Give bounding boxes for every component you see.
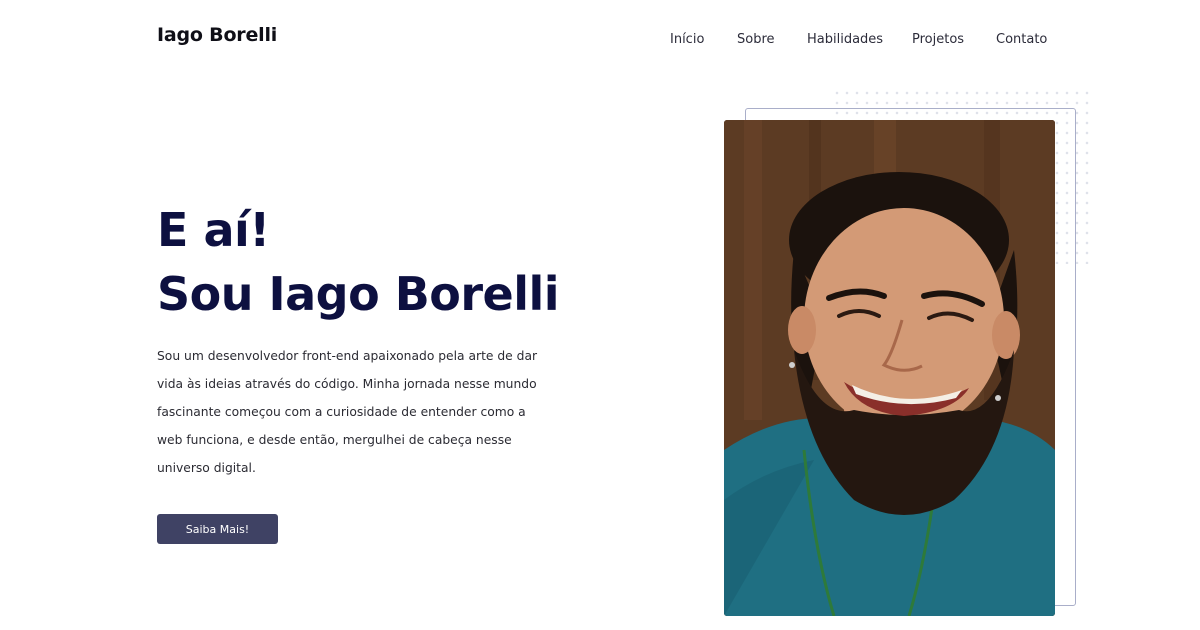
hero-headline: E aí! Sou Iago Borelli xyxy=(157,198,560,326)
nav-contato[interactable]: Contato xyxy=(996,32,1047,47)
hero-greeting: E aí! xyxy=(157,203,270,257)
nav-sobre[interactable]: Sobre xyxy=(737,32,775,47)
profile-photo xyxy=(724,120,1055,616)
site-logo[interactable]: Iago Borelli xyxy=(157,24,277,46)
hero-name: Sou Iago Borelli xyxy=(157,267,560,321)
nav-inicio[interactable]: Início xyxy=(670,32,704,47)
profile-photo-illustration xyxy=(724,120,1055,616)
portfolio-page: Iago Borelli Início Sobre Habilidades Pr… xyxy=(0,0,1200,630)
saiba-mais-button[interactable]: Saiba Mais! xyxy=(157,514,278,544)
nav-habilidades[interactable]: Habilidades xyxy=(807,32,883,47)
hero-bio: Sou um desenvolvedor front-end apaixonad… xyxy=(157,349,538,475)
nav-projetos[interactable]: Projetos xyxy=(912,32,964,47)
